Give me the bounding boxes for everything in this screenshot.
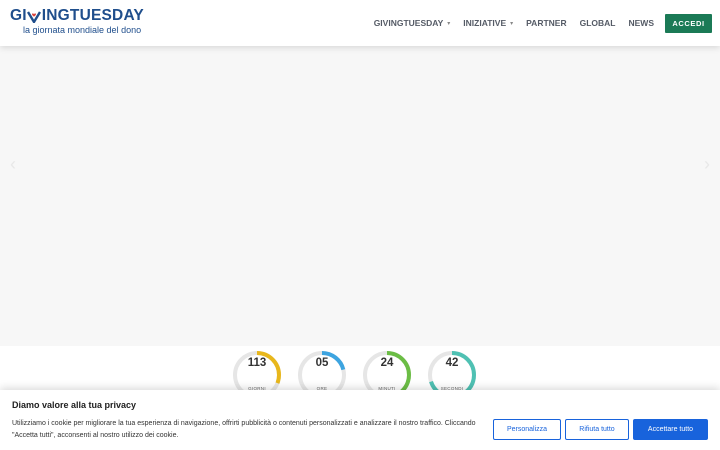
nav-item-label: GLOBAL: [579, 18, 616, 28]
cookie-text: Utilizziamo i cookie per migliorare la t…: [12, 420, 476, 439]
chevron-down-icon: ▾: [510, 20, 514, 27]
logo-text-start: GI: [10, 7, 27, 24]
nav-item-label: GIVINGTUESDAY: [373, 18, 444, 28]
site-logo[interactable]: GI INGTUESDAY la giornata mondiale del d…: [10, 8, 150, 38]
reject-all-button[interactable]: Rifiuta tutto: [565, 419, 629, 440]
nav-item-global[interactable]: GLOBAL: [580, 18, 616, 28]
hero-slider: ‹ ›: [0, 46, 720, 346]
countdown-value: 42: [445, 357, 459, 369]
heart-v-icon: [27, 9, 42, 24]
nav-item-label: INIZIATIVE: [463, 18, 507, 28]
page: GI INGTUESDAY la giornata mondiale del d…: [0, 0, 720, 450]
nav-item-partner[interactable]: PARTNER: [526, 18, 566, 28]
accept-all-button[interactable]: Accettare tutto: [633, 419, 708, 440]
nav-item-givingtuesday[interactable]: GIVINGTUESDAY ▾: [374, 18, 451, 28]
nav-item-label: NEWS: [628, 18, 655, 28]
nav-item-label: PARTNER: [526, 18, 567, 28]
customize-button[interactable]: Personalizza: [493, 419, 561, 440]
logo-subtitle: la giornata mondiale del dono: [23, 25, 142, 35]
logo-wordmark: GI INGTUESDAY: [10, 8, 150, 24]
countdown-value: 113: [247, 357, 267, 369]
chevron-right-icon[interactable]: ›: [704, 154, 710, 175]
countdown-value: 24: [380, 357, 394, 369]
chevron-down-icon: ▾: [447, 20, 451, 27]
login-button[interactable]: ACCEDI: [665, 14, 712, 33]
logo-text-end: INGTUESDAY: [41, 7, 144, 24]
cookie-title: Diamo valore alla tua privacy: [12, 400, 137, 410]
countdown-value: 05: [315, 357, 329, 369]
chevron-left-icon[interactable]: ‹: [10, 154, 16, 175]
nav-item-iniziative[interactable]: INIZIATIVE ▾: [463, 18, 513, 28]
site-header: GI INGTUESDAY la giornata mondiale del d…: [0, 0, 720, 46]
nav-item-news[interactable]: NEWS: [629, 18, 655, 28]
cookie-banner: Diamo valore alla tua privacy Utilizziam…: [0, 390, 720, 450]
main-nav: GIVINGTUESDAY ▾ INIZIATIVE ▾ PARTNER GLO…: [361, 0, 654, 46]
